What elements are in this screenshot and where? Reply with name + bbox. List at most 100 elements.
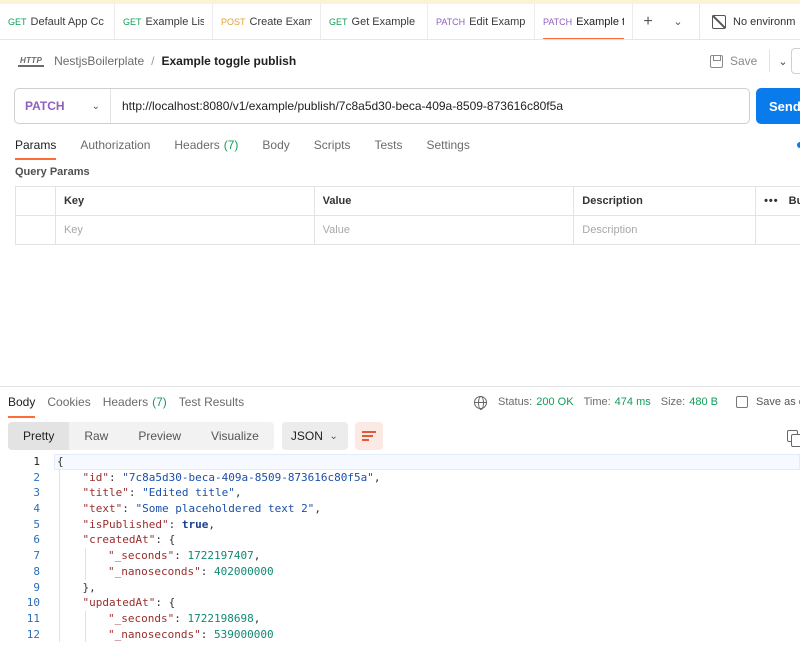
size-label: Size:: [660, 396, 686, 408]
code-text: "_seconds": 1722198698,: [108, 611, 260, 627]
language-select[interactable]: JSON ⌄: [281, 422, 348, 450]
tabs-dropdown-icon[interactable]: ⌄: [663, 4, 693, 39]
indent-guide: [59, 548, 60, 564]
json-number: 402000000: [213, 564, 274, 578]
tab-1[interactable]: GET Default App Cc: [0, 4, 115, 39]
json-punctuation: :: [200, 564, 214, 578]
view-pretty-button[interactable]: Pretty: [8, 422, 70, 450]
view-visualize-button[interactable]: Visualize: [196, 422, 274, 450]
line-number: 11: [26, 611, 40, 625]
param-key-input[interactable]: Key: [54, 216, 314, 244]
tab-params[interactable]: Params: [15, 134, 57, 160]
save-divider: [769, 50, 771, 72]
json-punctuation: ,: [234, 486, 242, 500]
tab-label: Scripts: [313, 138, 351, 152]
param-value-input[interactable]: Value: [313, 216, 574, 244]
share-button[interactable]: [791, 48, 800, 74]
tab-title: Edit Example: [469, 15, 526, 28]
request-name[interactable]: Example toggle publish: [161, 54, 296, 68]
tab-title: Create Examp: [249, 15, 312, 28]
tab-label: Body: [8, 395, 36, 409]
param-description-input[interactable]: Description: [573, 216, 755, 244]
indent-guide: [59, 501, 60, 517]
time-value[interactable]: 474 ms: [615, 396, 651, 408]
environment-selector[interactable]: No environm: [699, 4, 795, 39]
tab-count: (7): [152, 395, 167, 409]
tab-title: Example List: [145, 15, 204, 28]
wrap-lines-icon: [361, 431, 376, 441]
line-number: 3: [33, 486, 40, 500]
tab-method: POST: [221, 16, 246, 27]
save-options-chevron-icon[interactable]: ⌄: [778, 55, 787, 68]
save-button[interactable]: Save: [730, 54, 757, 68]
tab-settings[interactable]: Settings: [426, 134, 469, 156]
code-text: {: [57, 454, 64, 470]
response-tab-test-results[interactable]: Test Results: [179, 392, 244, 412]
tab-4[interactable]: GET Get Example B: [321, 4, 428, 39]
code-text: "_nanoseconds": 539000000: [108, 627, 274, 643]
chevron-down-icon: ⌄: [91, 100, 100, 112]
response-tab-headers[interactable]: Headers (7): [103, 392, 167, 412]
json-punctuation: :: [128, 486, 143, 500]
tab-3[interactable]: POSTCreate Examp: [213, 4, 321, 39]
more-options-icon[interactable]: •••: [764, 195, 779, 207]
bulk-edit-link[interactable]: Bu: [789, 195, 800, 207]
json-punctuation: },: [82, 580, 96, 594]
json-punctuation: :: [200, 627, 214, 641]
tab-headers[interactable]: Headers (7): [174, 134, 238, 156]
add-tab-icon[interactable]: +: [633, 4, 663, 39]
response-tab-body[interactable]: Body: [8, 392, 36, 418]
code-text: "_seconds": 1722197407,: [108, 548, 260, 564]
tab-authorization[interactable]: Authorization: [80, 134, 150, 156]
code-text: "isPublished": true,: [83, 517, 215, 533]
wrap-lines-button[interactable]: [354, 422, 383, 450]
tab-list: GET Default App Cc GET Example List POST Crea…: [0, 4, 633, 39]
tab-scripts[interactable]: Scripts: [314, 134, 351, 156]
json-key: "isPublished": [82, 517, 169, 531]
globe-icon[interactable]: [474, 395, 487, 410]
indent-guide: [84, 626, 86, 643]
tab-label: Settings: [426, 138, 470, 152]
code-line: 6 "createdAt": {: [0, 532, 800, 549]
code-text: },: [83, 580, 96, 596]
view-preview-button[interactable]: Preview: [123, 422, 196, 450]
tab-label: Headers: [174, 138, 220, 152]
code-line: 9},: [0, 579, 800, 596]
tab-method: PATCH: [436, 16, 466, 27]
code-line: 5 "isPublished": true,: [0, 516, 800, 533]
view-raw-button[interactable]: Raw: [69, 422, 123, 450]
description-column-header: Description: [573, 187, 755, 215]
tab-5[interactable]: PATCHEdit Example: [428, 4, 535, 39]
method-label: PATCH: [25, 99, 65, 113]
query-params-title: Query Params: [15, 166, 90, 178]
url-input[interactable]: http://localhost:8080/v1/example/publish…: [111, 99, 563, 113]
json-punctuation: ,: [373, 470, 381, 484]
line-number: 7: [33, 549, 40, 563]
json-punctuation: ,: [208, 517, 215, 531]
url-bar: PATCH ⌄ http://localhost:8080/v1/example…: [14, 88, 750, 124]
save-response-button[interactable]: Save as exa: [735, 396, 800, 408]
status-badge[interactable]: 200 OK: [536, 396, 573, 408]
checkbox-column-header: [15, 187, 55, 215]
response-divider[interactable]: [0, 386, 800, 387]
key-column-header: Key: [54, 187, 314, 215]
tab-body[interactable]: Body: [262, 134, 289, 156]
code-text: "text": "Some placeholdered text 2",: [83, 501, 321, 517]
tab-tests[interactable]: Tests: [374, 134, 402, 156]
status-label: Status:: [498, 396, 533, 408]
copy-icon[interactable]: [787, 430, 800, 447]
line-number: 2: [33, 470, 40, 484]
response-tab-cookies[interactable]: Cookies: [47, 392, 90, 412]
send-button[interactable]: Send: [756, 88, 800, 124]
tab-2[interactable]: GET Example List: [115, 4, 213, 39]
value-column-header: Value: [313, 187, 574, 215]
size-value[interactable]: 480 B: [689, 396, 718, 408]
response-body-code[interactable]: 1{2 "id": "7c8a5d30-beca-409a-8509-873616…: [0, 454, 800, 652]
code-line: 7 "_seconds": 1722197407,: [0, 548, 800, 564]
method-select[interactable]: PATCH ⌄: [15, 89, 111, 123]
code-line: 10 "updatedAt": {: [0, 595, 800, 611]
breadcrumb-collection[interactable]: NestjsBoilerplate: [54, 54, 144, 68]
indent-guide: [84, 548, 86, 564]
tab-6[interactable]: PATCHExample tog: [535, 4, 633, 39]
json-punctuation: {: [57, 455, 64, 468]
